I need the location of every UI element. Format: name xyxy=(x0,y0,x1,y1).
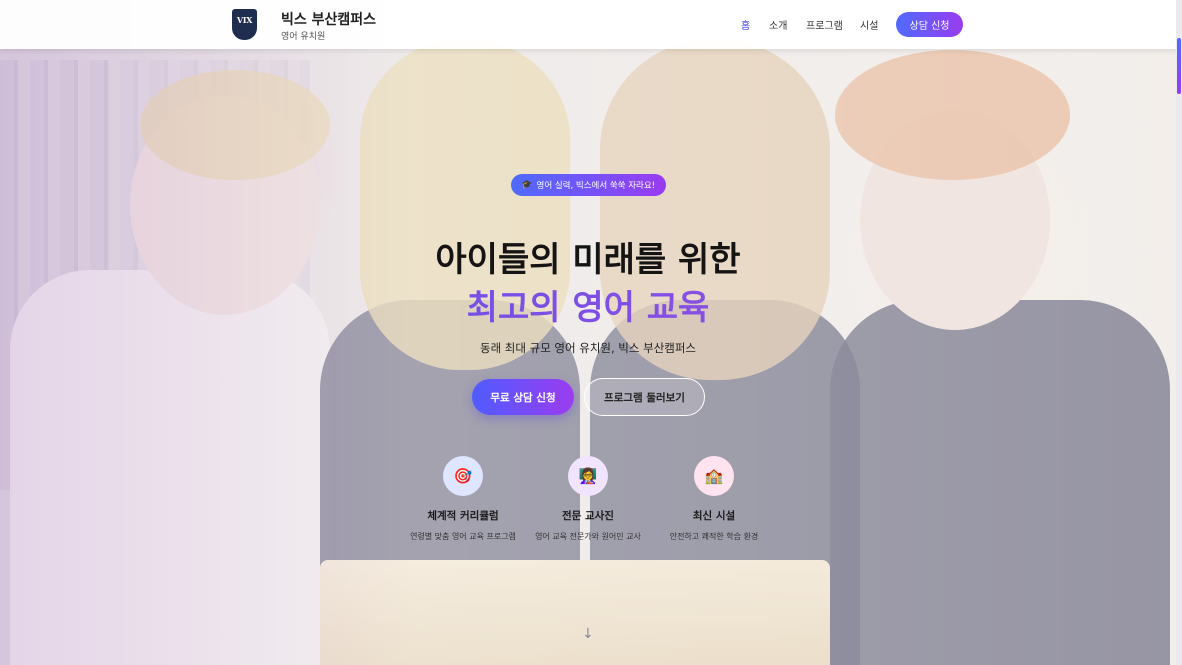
hero-background-image xyxy=(0,0,1182,665)
nav-about[interactable]: 소개 xyxy=(769,17,787,32)
feature-title: 전문 교사진 xyxy=(562,510,614,522)
vix-logo[interactable]: VIX xyxy=(232,9,257,40)
hero-badge: 🎓 영어 실력, 빅스에서 쑥쑥 자라요! xyxy=(511,174,666,196)
feature-teachers: 👩‍🏫 전문 교사진 영어 교육 전문가와 원어민 교사 xyxy=(518,456,658,542)
target-icon: 🎯 xyxy=(443,456,483,496)
brand-title[interactable]: 빅스 부산캠퍼스 xyxy=(281,9,376,29)
site-header: VIX 빅스 부산캠퍼스 영어 유치원 홈 소개 프로그램 시설 상담 신청 xyxy=(0,0,1182,49)
brand-subtitle: 영어 유치원 xyxy=(281,32,326,42)
browse-programs-button[interactable]: 프로그램 둘러보기 xyxy=(584,378,705,416)
scrollbar-thumb[interactable] xyxy=(1177,38,1181,94)
feature-facilities: 🏫 최신 시설 안전하고 쾌적한 학습 환경 xyxy=(644,456,784,542)
nav-home[interactable]: 홈 xyxy=(741,17,750,32)
free-consultation-button[interactable]: 무료 상담 신청 xyxy=(472,379,574,415)
school-icon: 🏫 xyxy=(694,456,734,496)
badge-label: 영어 실력, 빅스에서 쑥쑥 자라요! xyxy=(536,181,656,191)
graduation-cap-icon: 🎓 xyxy=(521,180,533,190)
hero-subtitle: 동래 최대 규모 영어 유치원, 빅스 부산캠퍼스 xyxy=(479,341,697,355)
consultation-button[interactable]: 상담 신청 xyxy=(896,12,963,37)
hero-headline-line1: 아이들의 미래를 위한 xyxy=(435,240,741,280)
feature-title: 체계적 커리큘럼 xyxy=(427,510,499,522)
logo-text: VIX xyxy=(236,15,253,25)
feature-desc: 영어 교육 전문가와 원어민 교사 xyxy=(535,532,641,541)
hero-overlay xyxy=(0,0,1182,665)
hero-headline-line2: 최고의 영어 교육 xyxy=(0,280,1176,329)
scroll-down-icon[interactable]: ↓ xyxy=(582,626,594,642)
feature-title: 최신 시설 xyxy=(692,510,736,522)
teacher-icon: 👩‍🏫 xyxy=(568,456,608,496)
feature-desc: 안전하고 쾌적한 학습 환경 xyxy=(669,532,759,541)
nav-facilities[interactable]: 시설 xyxy=(860,17,878,32)
feature-desc: 연령별 맞춤 영어 교육 프로그램 xyxy=(410,532,516,541)
page-scrollbar[interactable] xyxy=(1176,0,1182,665)
nav-programs[interactable]: 프로그램 xyxy=(806,17,843,32)
feature-curriculum: 🎯 체계적 커리큘럼 연령별 맞춤 영어 교육 프로그램 xyxy=(393,456,533,542)
